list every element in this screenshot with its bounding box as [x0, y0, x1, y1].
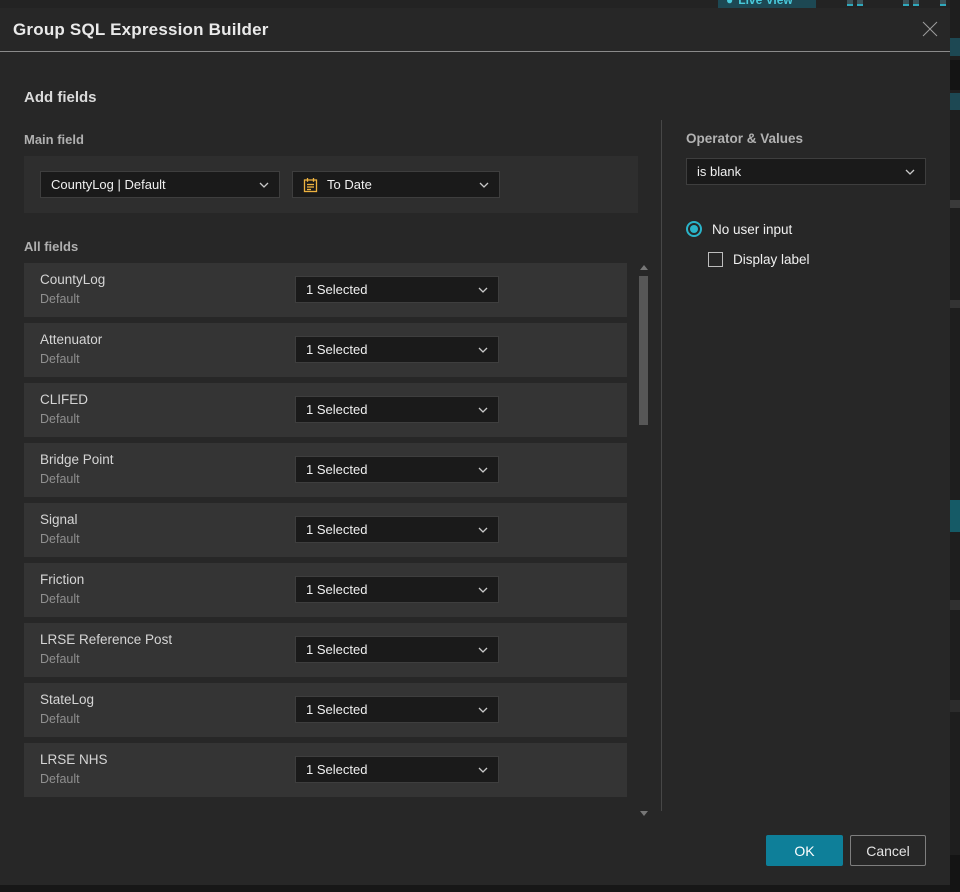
background-fragment: [950, 700, 960, 712]
dropdown-value: To Date: [327, 177, 372, 192]
field-selection-dropdown[interactable]: 1 Selected: [295, 696, 499, 723]
display-label-checkbox-row[interactable]: Display label: [708, 252, 810, 267]
background-fragment: [950, 500, 960, 532]
checkbox-unchecked-icon[interactable]: [708, 252, 723, 267]
field-selection-dropdown[interactable]: 1 Selected: [295, 396, 499, 423]
dropdown-value: 1 Selected: [306, 522, 368, 537]
operator-values-heading: Operator & Values: [686, 131, 804, 146]
field-row: CLIFED Default 1 Selected: [24, 383, 627, 437]
background-app-edge: [950, 0, 960, 892]
all-fields-label: All fields: [24, 239, 79, 254]
scroll-down-arrow-icon[interactable]: [640, 811, 648, 816]
main-field-source-dropdown[interactable]: CountyLog | Default: [40, 171, 280, 198]
background-fragment: [950, 60, 960, 90]
dropdown-value: 1 Selected: [306, 282, 368, 297]
live-dot-icon: ●: [726, 0, 734, 7]
field-row: StateLog Default 1 Selected: [24, 683, 627, 737]
dropdown-value: is blank: [697, 164, 742, 179]
chevron-down-icon: [478, 347, 488, 353]
dropdown-value: 1 Selected: [306, 402, 368, 417]
background-fragment: [950, 93, 960, 110]
scrollbar-thumb[interactable]: [639, 276, 648, 425]
all-fields-list: CountyLog Default 1 Selected Attenuator …: [24, 263, 627, 803]
field-row: Signal Default 1 Selected: [24, 503, 627, 557]
main-field-label: Main field: [24, 132, 84, 147]
dropdown-value: 1 Selected: [306, 342, 368, 357]
dropdown-value: 1 Selected: [306, 582, 368, 597]
dropdown-value: 1 Selected: [306, 462, 368, 477]
scrollbar[interactable]: [637, 263, 651, 818]
checkbox-label: Display label: [733, 252, 810, 267]
radio-label: No user input: [712, 221, 793, 237]
field-row: Attenuator Default 1 Selected: [24, 323, 627, 377]
main-field-panel: CountyLog | Default To Date: [24, 156, 638, 213]
field-row: LRSE Reference Post Default 1 Selected: [24, 623, 627, 677]
operator-dropdown[interactable]: is blank: [686, 158, 926, 185]
dialog-header: Group SQL Expression Builder: [0, 8, 950, 52]
dropdown-value: 1 Selected: [306, 642, 368, 657]
group-sql-expression-builder-dialog: Group SQL Expression Builder Add fields …: [0, 8, 950, 885]
close-icon: [921, 20, 939, 41]
field-selection-dropdown[interactable]: 1 Selected: [295, 636, 499, 663]
no-user-input-radio[interactable]: No user input: [686, 221, 792, 237]
chevron-down-icon: [905, 169, 915, 175]
radio-selected-icon[interactable]: [686, 221, 702, 237]
main-field-type-dropdown[interactable]: To Date: [292, 171, 500, 198]
background-toolbar-icon: [847, 0, 863, 8]
background-toolbar-icon: [940, 0, 946, 8]
dropdown-value: CountyLog | Default: [51, 177, 166, 192]
background-fragment: [950, 300, 960, 308]
dropdown-value: 1 Selected: [306, 762, 368, 777]
chevron-down-icon: [478, 647, 488, 653]
chevron-down-icon: [478, 407, 488, 413]
field-selection-dropdown[interactable]: 1 Selected: [295, 576, 499, 603]
background-fragment: [950, 38, 960, 56]
dialog-title: Group SQL Expression Builder: [13, 20, 269, 39]
calendar-icon: [303, 177, 318, 193]
field-selection-dropdown[interactable]: 1 Selected: [295, 276, 499, 303]
background-toolbar-icon: [903, 0, 919, 8]
field-row: LRSE NHS Default 1 Selected: [24, 743, 627, 797]
background-fragment: [950, 855, 960, 892]
chevron-down-icon: [478, 587, 488, 593]
ok-button[interactable]: OK: [766, 835, 843, 866]
chevron-down-icon: [479, 182, 489, 188]
chevron-down-icon: [478, 287, 488, 293]
field-row: Bridge Point Default 1 Selected: [24, 443, 627, 497]
background-fragment: [950, 600, 960, 610]
chevron-down-icon: [478, 527, 488, 533]
dropdown-value: 1 Selected: [306, 702, 368, 717]
background-app-top-strip: ● Live View: [0, 0, 960, 8]
field-selection-dropdown[interactable]: 1 Selected: [295, 516, 499, 543]
background-fragment: [950, 200, 960, 208]
field-selection-dropdown[interactable]: 1 Selected: [295, 756, 499, 783]
field-row: CountyLog Default 1 Selected: [24, 263, 627, 317]
cancel-button[interactable]: Cancel: [850, 835, 926, 866]
live-view-button: ● Live View: [718, 0, 816, 8]
chevron-down-icon: [259, 182, 269, 188]
add-fields-heading: Add fields: [24, 89, 97, 106]
panel-divider: [661, 120, 662, 811]
field-selection-dropdown[interactable]: 1 Selected: [295, 336, 499, 363]
chevron-down-icon: [478, 707, 488, 713]
chevron-down-icon: [478, 467, 488, 473]
field-selection-dropdown[interactable]: 1 Selected: [295, 456, 499, 483]
live-view-label: Live View: [738, 0, 793, 7]
scroll-up-arrow-icon[interactable]: [640, 265, 648, 270]
field-row: Friction Default 1 Selected: [24, 563, 627, 617]
chevron-down-icon: [478, 767, 488, 773]
close-button[interactable]: [918, 18, 942, 42]
